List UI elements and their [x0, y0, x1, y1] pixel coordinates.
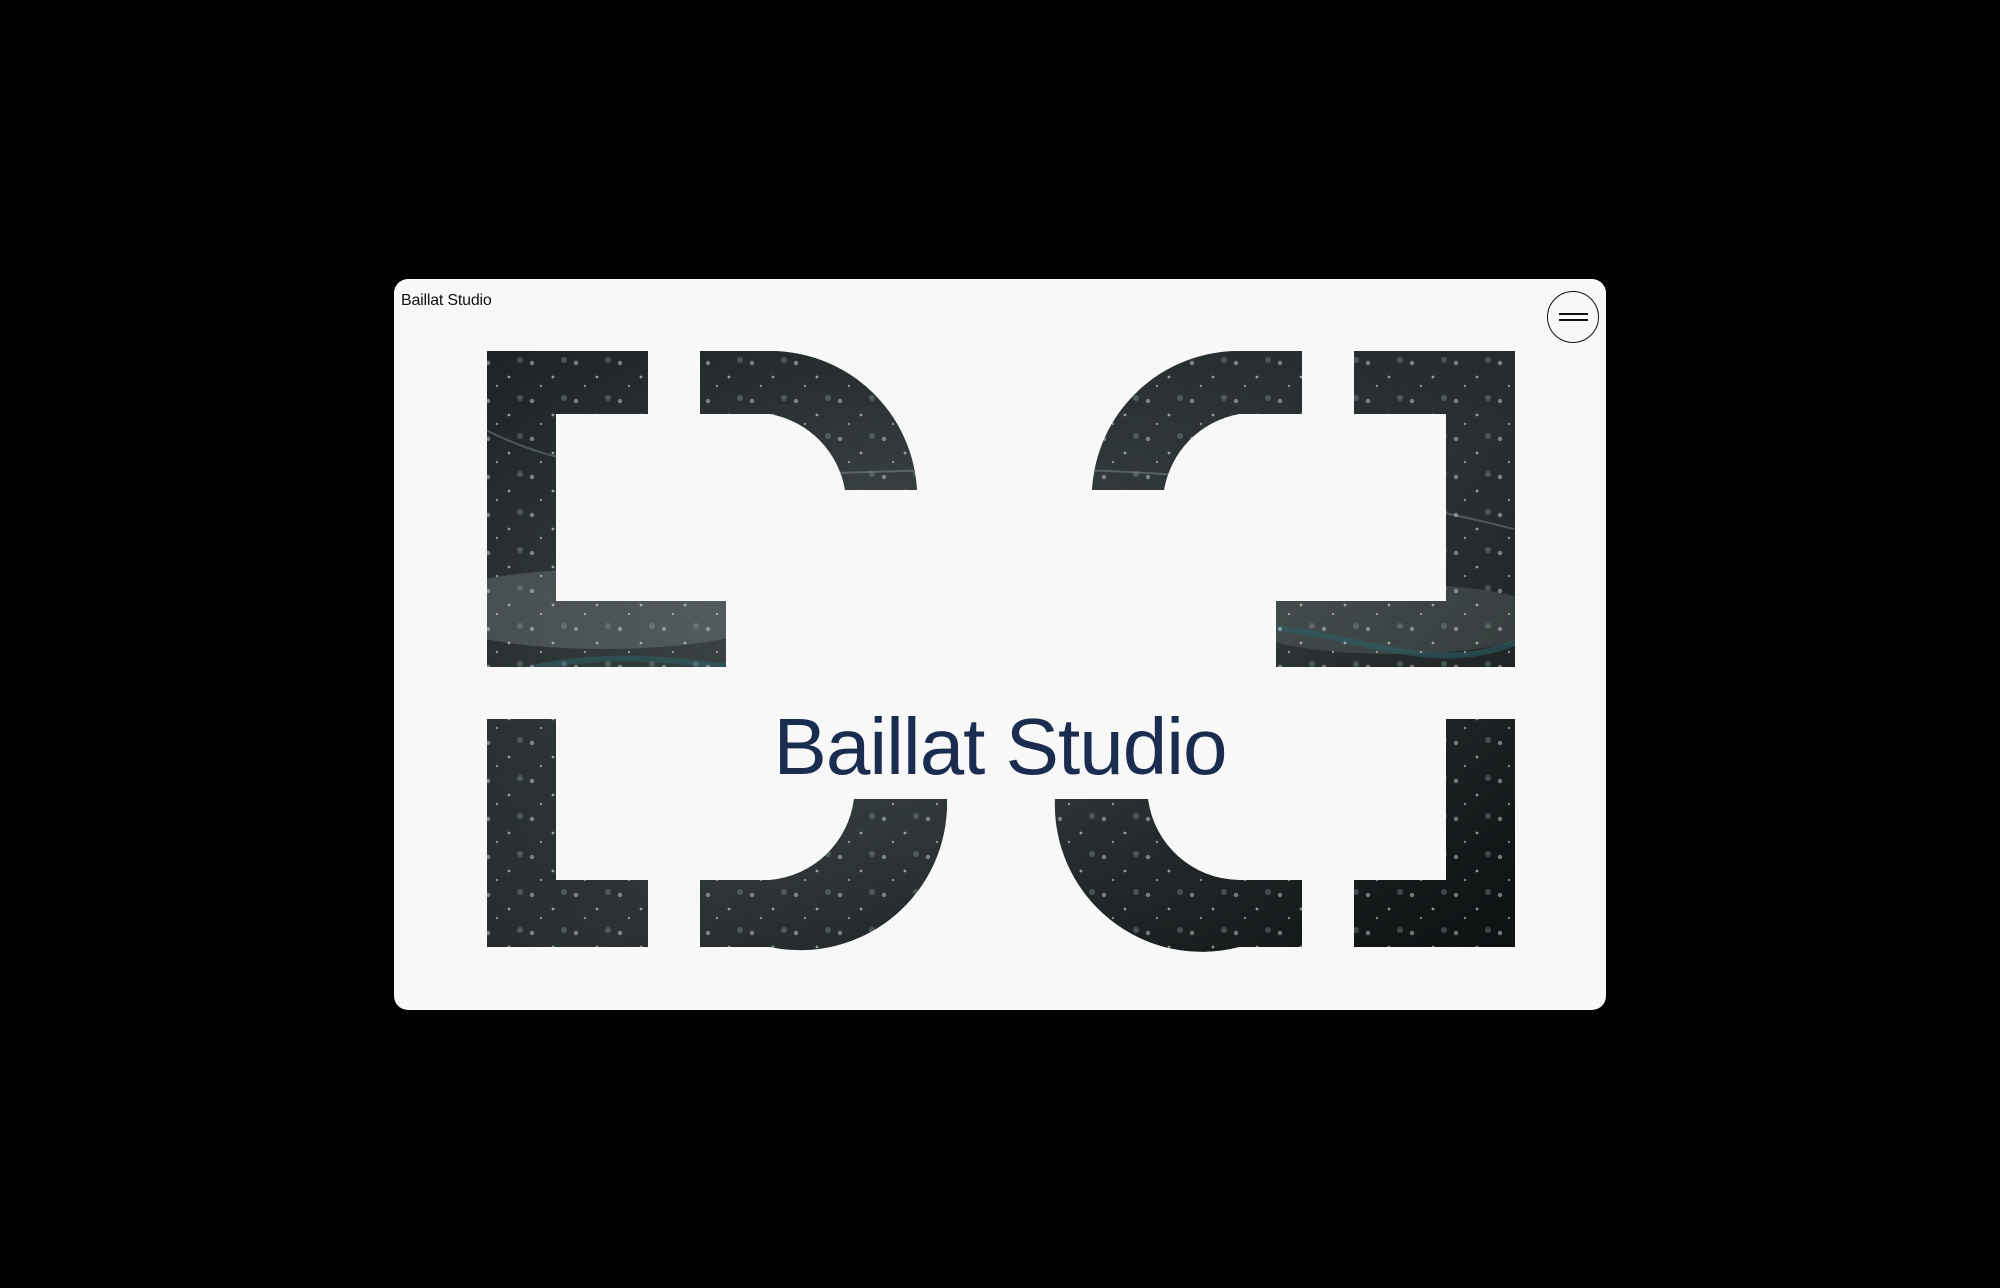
menu-button[interactable]: [1547, 291, 1599, 343]
site-window: Baillat Studio Baillat Studio: [394, 279, 1606, 1010]
brand-name[interactable]: Baillat Studio: [401, 292, 492, 310]
hamburger-menu-icon: [1559, 313, 1588, 315]
bs-monogram-logo-icon: [487, 350, 1515, 952]
wordmark-logo: Baillat Studio: [773, 702, 1228, 791]
hamburger-menu-line: [1559, 319, 1588, 321]
